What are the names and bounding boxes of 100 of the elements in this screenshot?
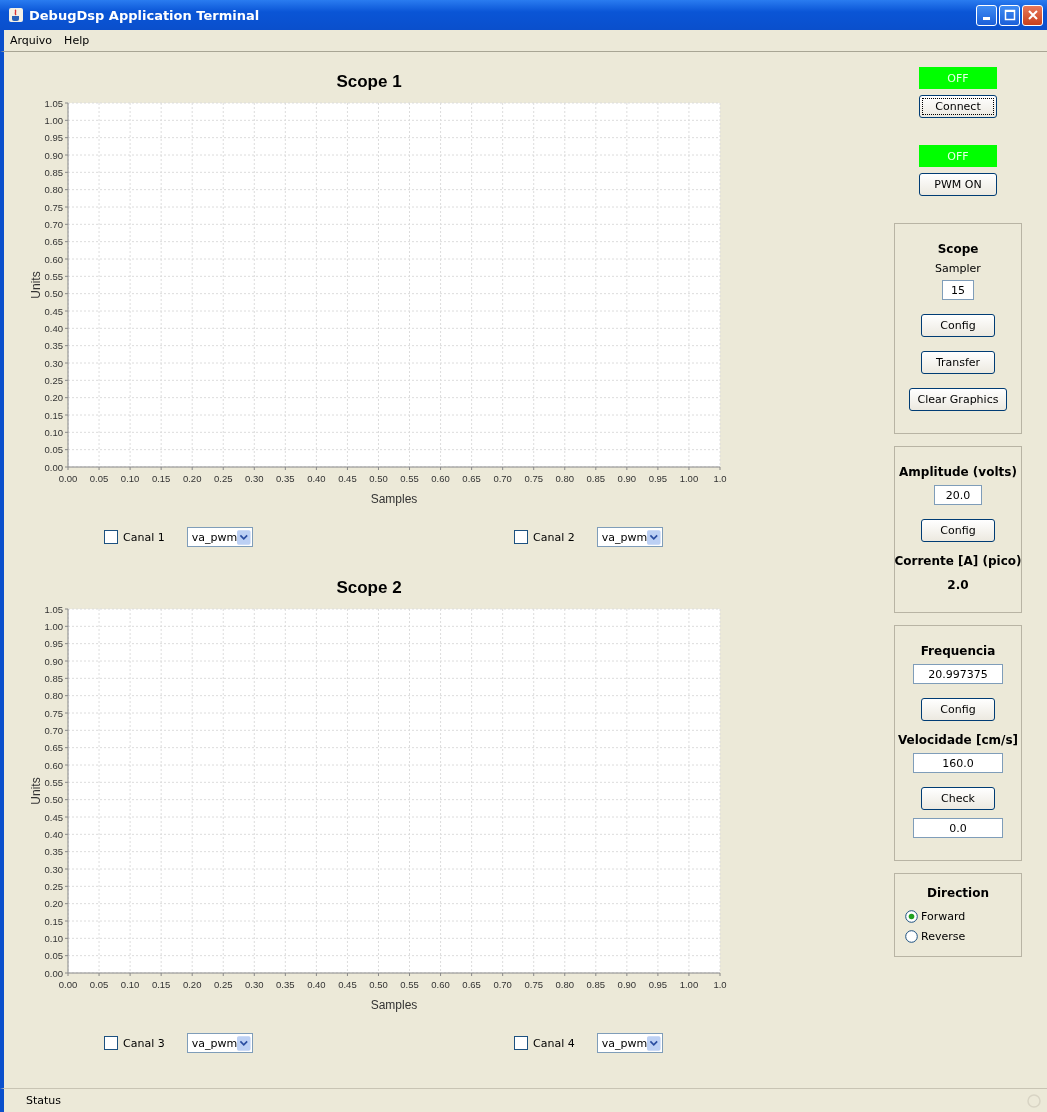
tick-label: 0.85: [44, 166, 63, 178]
close-button[interactable]: [1022, 4, 1043, 26]
tick-label: 0.30: [44, 863, 63, 875]
group-heading: Corrente [A] (pico): [894, 553, 1022, 570]
tick-label: 0.20: [44, 898, 63, 910]
tick-label: 0.65: [462, 473, 481, 484]
maximize-icon: [1003, 9, 1016, 21]
tick-label: 0.50: [44, 288, 63, 300]
axis-label: Samples: [370, 998, 418, 1012]
tick-label: 0.70: [44, 724, 63, 736]
menu-item[interactable]: Help: [64, 34, 90, 47]
minimize-button[interactable]: [976, 4, 997, 26]
tick-label: 0.85: [44, 672, 63, 684]
tick-label: 0.10: [44, 426, 63, 438]
tick-label: 0.05: [44, 444, 63, 456]
tick-label: 0.25: [214, 979, 233, 990]
tick-label: 0.25: [44, 374, 63, 386]
tick-label: 0.15: [151, 473, 171, 484]
axis-label: Units: [29, 271, 43, 299]
tick-label: 0.95: [44, 132, 63, 144]
chart-title: Scope 2: [335, 578, 403, 598]
action-button[interactable]: Clear Graphics: [908, 388, 1008, 411]
action-button[interactable]: Transfer: [921, 351, 995, 374]
action-button[interactable]: Config: [921, 519, 995, 542]
tick-label: 0.85: [586, 473, 606, 484]
tick-label: 1.00: [44, 114, 63, 126]
tick-label: 0.25: [214, 473, 233, 484]
dropdown[interactable]: va_pwm: [596, 527, 663, 547]
tick-label: 0.00: [44, 461, 63, 473]
tick-label: 0.80: [555, 979, 574, 990]
minimize-icon: [983, 17, 990, 20]
dropdown[interactable]: va_pwm: [186, 1033, 253, 1053]
tick-label: 0.75: [524, 979, 543, 990]
tick-label: 0.50: [369, 979, 388, 990]
tick-label: 0.30: [245, 979, 264, 990]
dropdown[interactable]: va_pwm: [596, 1033, 663, 1053]
tick-label: 1.05: [44, 603, 63, 615]
tick-label: 0.95: [648, 979, 668, 990]
tick-label: 0.80: [44, 690, 63, 702]
status-indicator: OFF: [919, 145, 997, 167]
group-heading: Velocidade [cm/s]: [897, 732, 1019, 749]
caret-icon: [237, 1034, 251, 1052]
tick-label: 0.10: [120, 979, 140, 990]
tick-label: 0.25: [44, 880, 63, 892]
axis-label: Samples: [370, 492, 418, 506]
tick-label: 0.45: [338, 473, 357, 484]
tick-label: 0.45: [44, 305, 63, 317]
tick-label: 1.05: [44, 97, 63, 109]
menu-item[interactable]: Arquivo: [10, 34, 53, 47]
tick-label: 0.20: [44, 392, 63, 404]
toggle-button[interactable]: PWM ON: [919, 173, 997, 196]
input-field[interactable]: 0.0: [913, 818, 1003, 838]
action-button[interactable]: Config: [921, 698, 995, 721]
checkbox-label: Canal 1: [123, 530, 165, 544]
input-field[interactable]: 20.997375: [913, 664, 1003, 684]
tick-label: 0.55: [44, 776, 63, 788]
caret-icon: [647, 1034, 661, 1052]
tick-label: 0.95: [44, 638, 63, 650]
input-field[interactable]: 20.0: [934, 485, 982, 505]
tick-label: 0.20: [182, 979, 202, 990]
field-label: Sampler: [935, 262, 981, 275]
checkbox[interactable]: [104, 530, 118, 544]
toggle-button[interactable]: Connect: [919, 95, 997, 118]
cup-icon: [8, 7, 24, 23]
tick-label: 1.0: [713, 473, 727, 484]
tick-label: 0.30: [245, 473, 264, 484]
maximize-button[interactable]: [999, 4, 1020, 26]
action-button[interactable]: Config: [921, 314, 995, 337]
tick-label: 0.55: [44, 270, 63, 282]
tick-label: 1.00: [679, 979, 699, 990]
checkbox-label: Canal 2: [533, 530, 575, 544]
tick-label: 0.90: [44, 655, 63, 667]
tick-label: 0.70: [493, 473, 512, 484]
tick-label: 0.15: [44, 409, 63, 421]
tick-label: 0.00: [58, 979, 78, 990]
tick-label: 0.55: [400, 979, 419, 990]
tick-label: 0.00: [58, 473, 78, 484]
tick-label: 0.10: [44, 932, 63, 944]
tick-label: 0.65: [44, 742, 63, 754]
tick-label: 0.30: [44, 357, 63, 369]
tick-label: 0.35: [276, 979, 295, 990]
tick-label: 0.90: [44, 149, 63, 161]
radio-button[interactable]: [905, 909, 918, 923]
action-button[interactable]: Check: [921, 787, 995, 810]
tick-label: 0.65: [462, 979, 481, 990]
tick-label: 0.35: [276, 473, 295, 484]
tick-label: 0.70: [493, 979, 512, 990]
group-heading: 2.0: [947, 577, 969, 594]
checkbox[interactable]: [104, 1036, 118, 1050]
input-field[interactable]: 15: [942, 280, 974, 300]
input-field[interactable]: 160.0: [913, 753, 1003, 773]
tick-label: 1.0: [713, 979, 727, 990]
tick-label: 1.00: [44, 620, 63, 632]
dropdown[interactable]: va_pwm: [186, 527, 253, 547]
status-indicator: OFF: [919, 67, 997, 89]
checkbox[interactable]: [514, 530, 528, 544]
checkbox[interactable]: [514, 1036, 528, 1050]
radio-button[interactable]: [905, 929, 918, 943]
tick-label: 0.10: [120, 473, 140, 484]
tick-label: 0.95: [648, 473, 668, 484]
